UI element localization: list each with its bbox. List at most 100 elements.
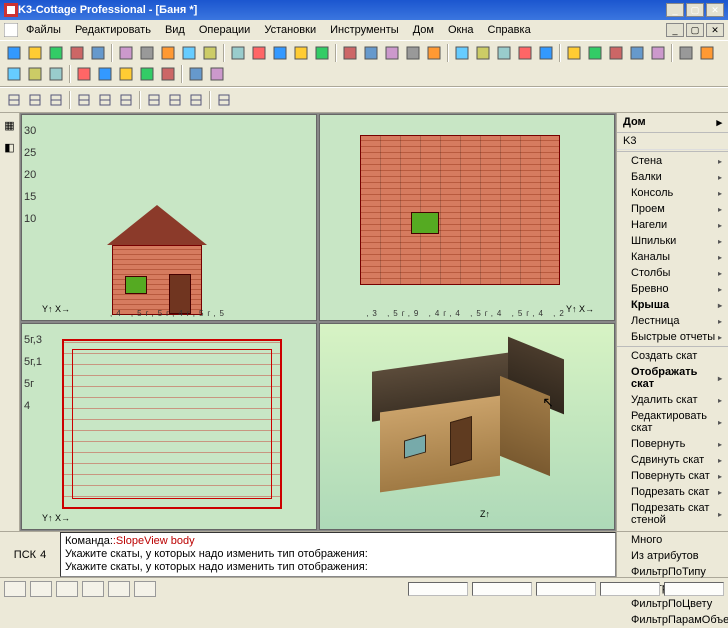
text-button[interactable] — [585, 43, 605, 63]
ungroup-button[interactable] — [515, 43, 535, 63]
panel-item[interactable]: Стена▸ — [617, 153, 728, 169]
menu-house[interactable]: Дом — [407, 22, 440, 38]
panel-item[interactable]: Установить стропила▸ — [617, 528, 728, 531]
cylinder-button[interactable] — [228, 43, 248, 63]
viewport-side[interactable]: ,3 ,5г,9 ,4г,4 ,5г,4 ,5г,4 ,2 Y↑ X→ — [319, 114, 615, 321]
strip-btn-2[interactable]: ◧ — [0, 137, 20, 157]
panel-item[interactable]: Нагели▸ — [617, 217, 728, 233]
panel-item[interactable]: Редактировать скат▸ — [617, 408, 728, 436]
box-button[interactable] — [200, 43, 220, 63]
maximize-button[interactable]: ▢ — [686, 3, 704, 17]
prism-button[interactable] — [291, 43, 311, 63]
search-button[interactable] — [137, 64, 157, 84]
panel-item[interactable]: Из атрибутов — [617, 548, 728, 564]
status-toggle-4[interactable] — [108, 581, 130, 597]
measure-button[interactable] — [536, 43, 556, 63]
menu-operations[interactable]: Операции — [193, 22, 256, 38]
mirror-button[interactable] — [473, 43, 493, 63]
panel-item[interactable]: Отображать скат▸ — [617, 364, 728, 392]
panel-header[interactable]: Дом▸ — [617, 113, 728, 133]
light-button[interactable] — [74, 64, 94, 84]
status-toggle-5[interactable] — [134, 581, 156, 597]
wire-button[interactable] — [25, 64, 45, 84]
strip-btn-1[interactable]: ▦ — [0, 115, 20, 135]
grid-toggle-button[interactable] — [95, 90, 115, 110]
command-box[interactable]: Команда::SlopeView body Укажите скаты, у… — [60, 532, 616, 577]
status-toggle-0[interactable] — [4, 581, 26, 597]
camera-button[interactable] — [382, 43, 402, 63]
view-iso-button[interactable] — [214, 90, 234, 110]
copy-button[interactable] — [116, 43, 136, 63]
paste-button[interactable] — [137, 43, 157, 63]
viewport-plan[interactable]: 5г,35г,15г4 Y↑ X→ — [21, 323, 317, 530]
open-button[interactable] — [25, 43, 45, 63]
panel-item[interactable]: ФильтрПоЦвету — [617, 596, 728, 612]
rotate-button[interactable] — [403, 43, 423, 63]
zoom-fit-button[interactable] — [648, 43, 668, 63]
snap-end-button[interactable] — [4, 90, 24, 110]
move-button[interactable] — [424, 43, 444, 63]
viewport-front[interactable]: 3025201510 ,4 ,5г,5г,4г,5г,5 Y↑ X→ — [21, 114, 317, 321]
menu-settings[interactable]: Установки — [258, 22, 322, 38]
panel-item[interactable]: Быстрые отчеты▸ — [617, 329, 728, 345]
grid-button[interactable] — [361, 43, 381, 63]
view-front-button[interactable] — [144, 90, 164, 110]
panel-item[interactable]: ФильтрПарамОбъектов — [617, 612, 728, 628]
layers-button[interactable] — [312, 43, 332, 63]
panel-item[interactable]: Крыша▸ — [617, 297, 728, 313]
panel-item[interactable]: Подрезать скат▸ — [617, 484, 728, 500]
new-button[interactable] — [4, 43, 24, 63]
ortho-button[interactable] — [74, 90, 94, 110]
dim-button[interactable] — [564, 43, 584, 63]
panel-item[interactable]: ФильтрПоТипу — [617, 564, 728, 580]
panel-item[interactable]: Бревно▸ — [617, 281, 728, 297]
menu-view[interactable]: Вид — [159, 22, 191, 38]
panel-item[interactable]: Много — [617, 532, 728, 548]
undo-button[interactable] — [158, 43, 178, 63]
shade-button[interactable] — [46, 64, 66, 84]
print-button[interactable] — [67, 43, 87, 63]
orbit-button[interactable] — [697, 43, 717, 63]
zoom-out-button[interactable] — [627, 43, 647, 63]
panel-item[interactable]: Подрезать скат стеной▸ — [617, 500, 728, 528]
viewport-3d[interactable]: ↖ Z↑ — [319, 323, 615, 530]
menu-files[interactable]: Файлы — [20, 22, 67, 38]
mdi-maximize-button[interactable]: ▢ — [686, 23, 704, 37]
menu-tools[interactable]: Инструменты — [324, 22, 405, 38]
redo-button[interactable] — [179, 43, 199, 63]
panel-item[interactable]: Каналы▸ — [617, 249, 728, 265]
axis-toggle-button[interactable] — [116, 90, 136, 110]
panel-item[interactable]: Лестница▸ — [617, 313, 728, 329]
close-button[interactable]: ✕ — [706, 3, 724, 17]
menu-edit[interactable]: Редактировать — [69, 22, 157, 38]
panel-item[interactable]: Повернуть скат▸ — [617, 468, 728, 484]
panel-sub[interactable]: K3 — [617, 133, 728, 150]
tree-button[interactable] — [207, 64, 227, 84]
menu-help[interactable]: Справка — [482, 22, 537, 38]
panel-item[interactable]: Повернуть▸ — [617, 436, 728, 452]
render-button[interactable] — [4, 64, 24, 84]
scale-button[interactable] — [452, 43, 472, 63]
panel-item[interactable]: Столбы▸ — [617, 265, 728, 281]
status-toggle-2[interactable] — [56, 581, 78, 597]
view-side-button[interactable] — [165, 90, 185, 110]
zoom-in-button[interactable] — [606, 43, 626, 63]
snap-mid-button[interactable] — [25, 90, 45, 110]
view-top-button[interactable] — [186, 90, 206, 110]
cone-button[interactable] — [270, 43, 290, 63]
save-button[interactable] — [46, 43, 66, 63]
pan-button[interactable] — [676, 43, 696, 63]
material-button[interactable] — [95, 64, 115, 84]
status-toggle-3[interactable] — [82, 581, 104, 597]
panel-item[interactable]: Создать скат — [617, 348, 728, 364]
panel-item[interactable]: Шпильки▸ — [617, 233, 728, 249]
panel-item[interactable]: Балки▸ — [617, 169, 728, 185]
mdi-close-button[interactable]: ✕ — [706, 23, 724, 37]
panel-item[interactable]: Консоль▸ — [617, 185, 728, 201]
status-toggle-1[interactable] — [30, 581, 52, 597]
help-button[interactable] — [116, 64, 136, 84]
filter-button[interactable] — [186, 64, 206, 84]
panel-item[interactable]: Сдвинуть скат▸ — [617, 452, 728, 468]
sphere-button[interactable] — [249, 43, 269, 63]
plane-button[interactable] — [340, 43, 360, 63]
